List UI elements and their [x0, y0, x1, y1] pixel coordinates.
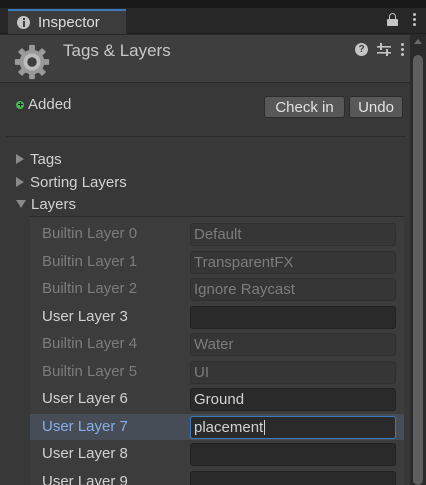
component-menu-icon[interactable]: [400, 43, 404, 56]
layer-row: Builtin Layer 0 Default: [30, 221, 404, 247]
layer-name-field: Ignore Raycast: [190, 278, 396, 301]
undo-button[interactable]: Undo: [349, 96, 403, 118]
layer-label: User Layer 3: [42, 307, 128, 325]
layer-row: User Layer 3: [30, 304, 404, 330]
scroll-thumb[interactable]: [413, 55, 423, 485]
layer-name-value: Default: [194, 226, 242, 243]
layer-name-value: TransparentFX: [194, 253, 294, 271]
layer-label: Builtin Layer 2: [42, 280, 138, 297]
layer-row: User Layer 9: [30, 469, 404, 485]
foldout-label: Tags: [30, 150, 62, 168]
top-strip: [0, 0, 426, 8]
header-icons: ?: [355, 43, 404, 56]
layer-name-field[interactable]: [190, 470, 396, 485]
help-icon[interactable]: ?: [355, 43, 368, 56]
layer-name-field: UI: [190, 360, 396, 384]
layer-name-value: Water: [194, 336, 234, 353]
layer-label: User Layer 8: [42, 445, 128, 462]
layer-name-field: Water: [190, 333, 396, 356]
layer-label: Builtin Layer 4: [42, 335, 138, 352]
check-in-button[interactable]: Check in: [264, 96, 345, 118]
foldout-sorting-layers[interactable]: Sorting Layers: [16, 172, 127, 192]
layer-label: User Layer 6: [42, 390, 128, 407]
expand-arrow-icon: [16, 177, 24, 187]
layer-name-value: UI: [194, 363, 209, 381]
layers-list: Builtin Layer 0 Default Builtin Layer 1 Tra…: [30, 216, 404, 485]
layer-row: Builtin Layer 5 UI: [30, 359, 404, 385]
foldout-label: Layers: [31, 195, 77, 213]
gear-icon: [14, 44, 50, 80]
vcs-status: Added: [16, 96, 71, 113]
added-status-icon: [16, 100, 24, 109]
tab-controls: [387, 13, 416, 26]
layer-label: Builtin Layer 1: [42, 252, 138, 270]
tab-menu-icon[interactable]: [412, 13, 416, 26]
layer-row: Builtin Layer 1 TransparentFX: [30, 249, 404, 275]
expand-arrow-icon: [16, 154, 24, 164]
text-caret: [264, 420, 266, 436]
collapse-arrow-icon: [16, 200, 26, 208]
layer-row: Builtin Layer 2 Ignore Raycast: [30, 276, 404, 302]
layer-name-field[interactable]: [190, 443, 396, 466]
info-icon: [17, 16, 30, 29]
scroll-up-icon[interactable]: [414, 39, 422, 44]
tab-label: Inspector: [38, 14, 100, 31]
layer-name-field[interactable]: [190, 305, 396, 329]
layer-label: User Layer 7: [42, 417, 128, 435]
layer-row: Builtin Layer 4 Water: [30, 331, 404, 357]
layer-name-value: Ground: [194, 391, 245, 408]
layer-label: Builtin Layer 0: [42, 225, 138, 242]
layer-row: User Layer 8: [30, 441, 404, 467]
layer-row: User Layer 7 placement: [30, 413, 404, 440]
vertical-scrollbar[interactable]: [410, 35, 426, 485]
tab-bar: Inspector: [0, 8, 426, 34]
divider: [6, 136, 406, 137]
tab-inspector[interactable]: Inspector: [8, 9, 126, 34]
layer-name-value: placement: [194, 418, 264, 436]
presets-icon[interactable]: [377, 43, 391, 56]
foldout-tags[interactable]: Tags: [16, 149, 62, 169]
layer-label: User Layer 9: [42, 472, 128, 485]
foldout-label: Sorting Layers: [30, 173, 127, 191]
status-label: Added: [28, 96, 72, 113]
page-title: Tags & Layers: [63, 41, 171, 60]
lock-icon[interactable]: [387, 13, 398, 26]
layer-row: User Layer 6 Ground: [30, 386, 404, 412]
layer-name-field: TransparentFX: [190, 250, 396, 274]
foldout-layers[interactable]: Layers: [16, 194, 76, 214]
inspector-panel: Tags & Layers ? Added Check in Undo Tags…: [0, 35, 426, 485]
inspector-header: Tags & Layers ?: [0, 35, 410, 83]
layer-name-field[interactable]: Ground: [190, 388, 396, 411]
layer-label: Builtin Layer 5: [42, 362, 138, 380]
layer-name-value: Ignore Raycast: [194, 281, 295, 298]
layer-name-field[interactable]: placement: [190, 415, 396, 439]
layer-name-field: Default: [190, 223, 396, 246]
